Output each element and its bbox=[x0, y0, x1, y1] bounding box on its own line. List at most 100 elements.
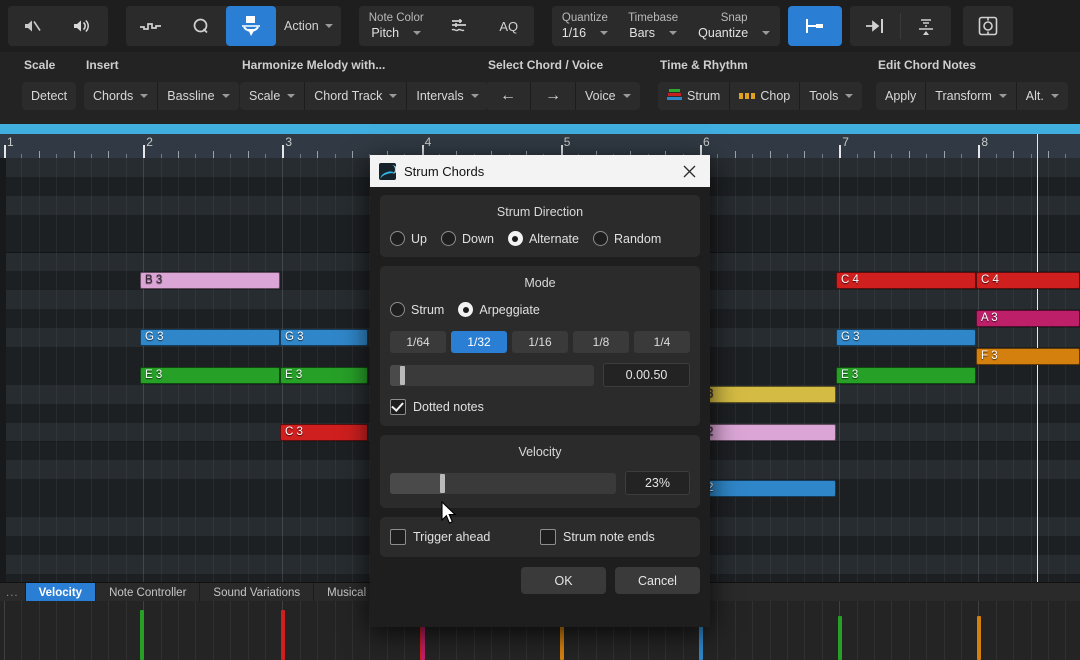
midi-note[interactable]: E 3 bbox=[140, 367, 280, 384]
chord-button-tools[interactable]: Tools bbox=[800, 82, 862, 110]
chord-button-intervals[interactable]: Intervals bbox=[407, 82, 487, 110]
ok-button[interactable]: OK bbox=[521, 567, 606, 594]
strum-direction-random[interactable]: Random bbox=[593, 231, 661, 246]
timebase-select[interactable]: Timebase Bars bbox=[618, 6, 688, 46]
chord-button-strum[interactable]: Strum bbox=[658, 82, 730, 110]
midi-note[interactable]: G 3 bbox=[280, 329, 368, 346]
mode-slider-knob[interactable] bbox=[400, 366, 405, 385]
mode-panel: Mode StrumArpeggiate 1/641/321/161/81/4 … bbox=[380, 266, 700, 426]
q-icon[interactable] bbox=[176, 6, 226, 46]
note-length-1-8[interactable]: 1/8 bbox=[573, 331, 629, 353]
mode-arpeggiate[interactable]: Arpeggiate bbox=[458, 302, 539, 317]
grid-line bbox=[978, 158, 979, 582]
midi-note[interactable]: C 4 bbox=[976, 272, 1080, 289]
velocity-value-field[interactable]: 23% bbox=[625, 471, 690, 495]
radio-label: Arpeggiate bbox=[479, 303, 539, 317]
playhead-ruler bbox=[1037, 134, 1038, 158]
lane-tab-sound-variations[interactable]: Sound Variations bbox=[200, 583, 314, 602]
chord-toolbar: ScaleDetectInsertChordsBasslineHarmonize… bbox=[0, 52, 1080, 125]
midi-note[interactable]: G 3 bbox=[836, 329, 976, 346]
chord-button-voice[interactable]: Voice bbox=[576, 82, 640, 110]
midi-note[interactable]: 2 bbox=[702, 480, 836, 497]
sub-tick bbox=[944, 151, 945, 158]
velocity-slider[interactable] bbox=[390, 473, 616, 494]
flags-panel: Trigger aheadStrum note ends bbox=[380, 517, 700, 557]
snap-select[interactable]: Snap Quantize bbox=[688, 6, 780, 46]
tool-group: Action bbox=[126, 6, 341, 46]
aq-button[interactable]: AQ bbox=[484, 6, 534, 46]
note-color-select[interactable]: Note Color Pitch bbox=[359, 6, 434, 46]
cancel-button[interactable]: Cancel bbox=[615, 567, 700, 594]
grid-line bbox=[108, 158, 109, 582]
midi-note[interactable]: 2 bbox=[702, 424, 836, 441]
lane-grid-line bbox=[108, 601, 109, 660]
chord-button-[interactable]: → bbox=[531, 82, 576, 110]
chord-button-[interactable]: ← bbox=[486, 82, 531, 110]
grid-line bbox=[91, 158, 92, 582]
midi-note[interactable]: E 3 bbox=[836, 367, 976, 384]
chord-button-label: Scale bbox=[249, 89, 280, 103]
chord-button-label: Alt. bbox=[1026, 89, 1044, 103]
chevron-down-icon bbox=[845, 94, 853, 98]
chord-button-apply[interactable]: Apply bbox=[876, 82, 926, 110]
chord-button-chop[interactable]: Chop bbox=[730, 82, 800, 110]
close-icon[interactable] bbox=[674, 158, 704, 184]
midi-note[interactable]: F 3 bbox=[976, 348, 1080, 365]
grid-line bbox=[770, 158, 771, 582]
velocity-bar[interactable] bbox=[838, 616, 842, 660]
insert-right-icon[interactable] bbox=[850, 6, 900, 46]
sort-icon[interactable] bbox=[901, 6, 951, 46]
chord-button-label: Bassline bbox=[167, 89, 214, 103]
midi-note[interactable]: C 3 bbox=[280, 424, 368, 441]
velocity-slider-knob[interactable] bbox=[440, 474, 445, 493]
dotted-notes-checkbox[interactable]: Dotted notes bbox=[390, 399, 690, 415]
note-line-icon[interactable] bbox=[126, 6, 176, 46]
chord-button-chord-track[interactable]: Chord Track bbox=[305, 82, 407, 110]
velocity-bar[interactable] bbox=[281, 610, 285, 660]
snap-left-icon[interactable] bbox=[788, 6, 842, 46]
midi-note[interactable]: B 3 bbox=[140, 272, 280, 289]
lane-grid-line bbox=[300, 601, 301, 660]
note-length-1-32[interactable]: 1/32 bbox=[451, 331, 507, 353]
midi-note[interactable]: C 4 bbox=[836, 272, 976, 289]
lane-tab-velocity[interactable]: Velocity bbox=[26, 583, 96, 602]
checkbox-trigger-ahead[interactable]: Trigger ahead bbox=[390, 529, 540, 545]
sub-tick bbox=[74, 151, 75, 158]
draw-note-icon[interactable] bbox=[226, 6, 276, 46]
note-length-1-64[interactable]: 1/64 bbox=[390, 331, 446, 353]
velocity-bar[interactable] bbox=[140, 610, 144, 660]
midi-note[interactable]: E 3 bbox=[280, 367, 368, 384]
chord-button-scale[interactable]: Scale bbox=[240, 82, 305, 110]
frame-select-icon[interactable] bbox=[963, 6, 1013, 46]
mode-slider[interactable] bbox=[390, 365, 594, 386]
chord-button-detect[interactable]: Detect bbox=[22, 82, 76, 110]
playhead[interactable] bbox=[1037, 158, 1038, 582]
note-length-1-4[interactable]: 1/4 bbox=[634, 331, 690, 353]
midi-note[interactable]: 3 bbox=[702, 386, 836, 403]
chord-button-bassline[interactable]: Bassline bbox=[158, 82, 238, 110]
mode-strum[interactable]: Strum bbox=[390, 302, 444, 317]
bar-number: 3 bbox=[285, 135, 292, 149]
note-length-1-16[interactable]: 1/16 bbox=[512, 331, 568, 353]
checkbox-strum-note-ends[interactable]: Strum note ends bbox=[540, 529, 690, 545]
strum-direction-down[interactable]: Down bbox=[441, 231, 494, 246]
fader-icon[interactable] bbox=[434, 6, 484, 46]
midi-note[interactable]: G 3 bbox=[140, 329, 280, 346]
lane-tab-note-controller[interactable]: Note Controller bbox=[96, 583, 200, 602]
speaker-mute-icon[interactable] bbox=[8, 6, 58, 46]
grid-line bbox=[752, 158, 753, 582]
action-button[interactable]: Action bbox=[276, 6, 341, 46]
strum-direction-up[interactable]: Up bbox=[390, 231, 427, 246]
quantize-select[interactable]: Quantize 1/16 bbox=[552, 6, 618, 46]
chevron-down-icon bbox=[669, 31, 677, 35]
velocity-bar[interactable] bbox=[977, 616, 981, 660]
strum-direction-alternate[interactable]: Alternate bbox=[508, 231, 579, 246]
midi-note[interactable]: A 3 bbox=[976, 310, 1080, 327]
timeline-blue-bar[interactable] bbox=[0, 124, 1080, 134]
chord-button-chords[interactable]: Chords bbox=[84, 82, 158, 110]
chord-button-transform[interactable]: Transform bbox=[926, 82, 1017, 110]
lane-tab-[interactable]: ... bbox=[0, 583, 26, 602]
chord-button-alt[interactable]: Alt. bbox=[1017, 82, 1068, 110]
speaker-icon[interactable] bbox=[58, 6, 108, 46]
mode-value-field[interactable]: 0.00.50 bbox=[603, 363, 690, 387]
